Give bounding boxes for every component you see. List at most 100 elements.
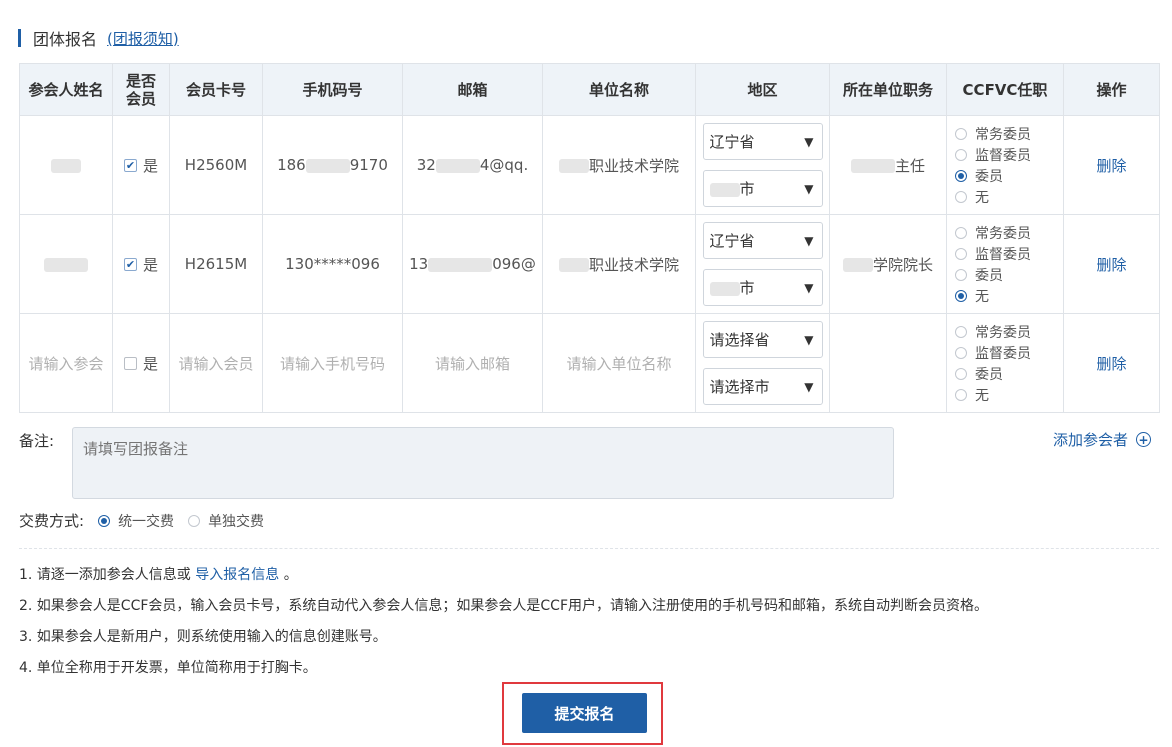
is-member-checkbox[interactable]: ✔ 是: [123, 254, 158, 275]
phone-input[interactable]: 请输入手机号码: [262, 313, 403, 413]
phone-cell[interactable]: 130*****096: [262, 214, 403, 314]
radio-empty-icon: [955, 388, 967, 401]
table-row: 请输入参会 是 请输入会员 请输入手机号码 请输入邮箱 请输入单位名称 请选择省…: [19, 313, 1160, 413]
ccfvc-role-option[interactable]: 监督委员: [955, 145, 1031, 165]
section-title: 团体报名: [33, 30, 98, 49]
ccfvc-role-option[interactable]: 监督委员: [955, 244, 1031, 264]
position-cell[interactable]: 学院院长: [829, 214, 947, 314]
ccfvc-role-option[interactable]: 无: [955, 187, 989, 207]
province-select[interactable]: 辽宁省 ▼: [702, 123, 823, 160]
radio-empty-icon: [955, 367, 967, 380]
ccfvc-role-label: 无: [975, 387, 989, 404]
province-select[interactable]: 请选择省 ▼: [702, 321, 823, 358]
position-input[interactable]: [829, 313, 947, 413]
ccfvc-role-option[interactable]: 委员: [955, 364, 1003, 384]
position-cell[interactable]: 主任: [829, 115, 947, 215]
member-card-cell[interactable]: H2560M: [169, 115, 263, 215]
email-cell[interactable]: 13 096@: [402, 214, 543, 314]
name-cell[interactable]: [19, 214, 113, 314]
col-header-name: 参会人姓名: [19, 63, 113, 116]
province-select[interactable]: 辽宁省 ▼: [702, 222, 823, 259]
email-cell[interactable]: 32 4@qq.: [402, 115, 543, 215]
city-select[interactable]: 请选择市 ▼: [702, 368, 823, 405]
payment-separate-radio[interactable]: 单独交费: [188, 511, 264, 531]
instruction-3: 3. 如果参会人是新用户，则系统使用输入的信息创建账号。: [19, 629, 387, 645]
table-row: ✔ 是 H2560M 186 9170 32 4@qq. 职业技术学院 辽宁省 ▼ 市 ▼…: [19, 115, 1160, 215]
redacted-city: [709, 281, 740, 296]
check-icon: ✔: [123, 257, 137, 271]
action-cell: 删除: [1063, 115, 1160, 215]
col-header-org: 单位名称: [542, 63, 696, 116]
instruction-2: 2. 如果参会人是CCF会员，输入会员卡号，系统自动代入参会人信息；如果参会人是…: [19, 598, 989, 614]
redacted-org: [558, 159, 589, 173]
ccfvc-role-label: 委员: [975, 366, 1003, 383]
divider: [19, 548, 1159, 549]
add-participant-button[interactable]: 添加参会者 +: [1053, 429, 1152, 450]
ccfvc-role-option[interactable]: 委员: [955, 166, 1003, 186]
import-registration-link[interactable]: 导入报名信息: [195, 567, 279, 583]
email-input[interactable]: 请输入邮箱: [402, 313, 543, 413]
remark-label: 备注:: [19, 432, 55, 450]
ccfvc-role-label: 监督委员: [975, 147, 1031, 164]
city-select[interactable]: 市 ▼: [702, 170, 823, 207]
delete-button[interactable]: 删除: [1096, 157, 1126, 175]
col-header-action: 操作: [1063, 63, 1160, 116]
instruction-1: 1. 请逐一添加参会人信息或 导入报名信息 。: [19, 567, 298, 583]
ccfvc-role-option[interactable]: 常务委员: [955, 223, 1031, 243]
redacted-name: [51, 158, 81, 173]
member-card-cell[interactable]: H2615M: [169, 214, 263, 314]
ccfvc-role-cell: 常务委员 监督委员委员无: [946, 214, 1064, 314]
ccfvc-role-option[interactable]: 无: [955, 286, 989, 306]
redacted-email: [435, 158, 480, 173]
redacted-position: [842, 258, 873, 272]
col-header-phone: 手机码号: [262, 63, 403, 116]
delete-button[interactable]: 删除: [1096, 256, 1126, 274]
payment-unified-radio[interactable]: 统一交费: [98, 511, 174, 531]
radio-selected-icon: [98, 514, 111, 527]
ccfvc-role-option[interactable]: 常务委员: [955, 124, 1031, 144]
region-cell: 请选择省 ▼ 请选择市 ▼: [695, 313, 830, 413]
radio-empty-icon: [188, 514, 201, 527]
is-member-checkbox[interactable]: 是: [123, 353, 158, 374]
ccfvc-role-option[interactable]: 常务委员: [955, 322, 1031, 342]
ccfvc-role-label: 常务委员: [975, 126, 1031, 143]
ccfvc-role-label: 无: [975, 288, 989, 305]
org-cell[interactable]: 职业技术学院: [542, 214, 696, 314]
col-header-is-member: 是否 会员: [112, 63, 170, 116]
org-input[interactable]: 请输入单位名称: [542, 313, 696, 413]
ccfvc-role-label: 无: [975, 189, 989, 206]
ccfvc-role-radio-group: 常务委员监督委员委员无: [953, 124, 1057, 207]
ccfvc-role-option[interactable]: 无: [955, 385, 989, 405]
phone-cell[interactable]: 186 9170: [262, 115, 403, 215]
ccfvc-role-option[interactable]: 委员: [955, 265, 1003, 285]
redacted-city: [709, 182, 740, 197]
chevron-down-icon: ▼: [804, 181, 814, 196]
radio-empty-icon: [955, 127, 967, 140]
is-member-checkbox[interactable]: ✔ 是: [123, 155, 158, 176]
chevron-down-icon: ▼: [804, 134, 814, 149]
ccfvc-role-label: 委员: [975, 267, 1003, 284]
radio-empty-icon: [955, 325, 967, 338]
submit-registration-button[interactable]: 提交报名: [522, 693, 647, 733]
chevron-down-icon: ▼: [804, 280, 814, 295]
redacted-name: [44, 257, 88, 272]
group-notice-link[interactable]: (团报须知): [107, 28, 179, 49]
city-select[interactable]: 市 ▼: [702, 269, 823, 306]
radio-selected-icon: [955, 289, 967, 302]
col-header-ccfvc-role: CCFVC任职: [946, 63, 1064, 116]
org-cell[interactable]: 职业技术学院: [542, 115, 696, 215]
delete-button[interactable]: 删除: [1096, 355, 1126, 373]
remark-textarea[interactable]: [72, 427, 894, 499]
radio-empty-icon: [955, 268, 967, 281]
table-header-row: 参会人姓名 是否 会员 会员卡号 手机码号 邮箱 单位名称 地区 所在单位职务 C…: [19, 63, 1160, 116]
payment-method: 交费方式: 统一交费 单独交费: [19, 511, 265, 531]
chevron-down-icon: ▼: [804, 379, 814, 394]
ccfvc-role-option[interactable]: 监督委员: [955, 343, 1031, 363]
is-member-cell: ✔ 是: [112, 115, 170, 215]
chevron-down-icon: ▼: [804, 233, 814, 248]
checkbox-empty-icon: [123, 356, 137, 370]
name-input[interactable]: 请输入参会: [19, 313, 113, 413]
member-card-input[interactable]: 请输入会员: [169, 313, 263, 413]
name-cell[interactable]: [19, 115, 113, 215]
ccfvc-role-cell: 常务委员 监督委员委员无: [946, 313, 1064, 413]
